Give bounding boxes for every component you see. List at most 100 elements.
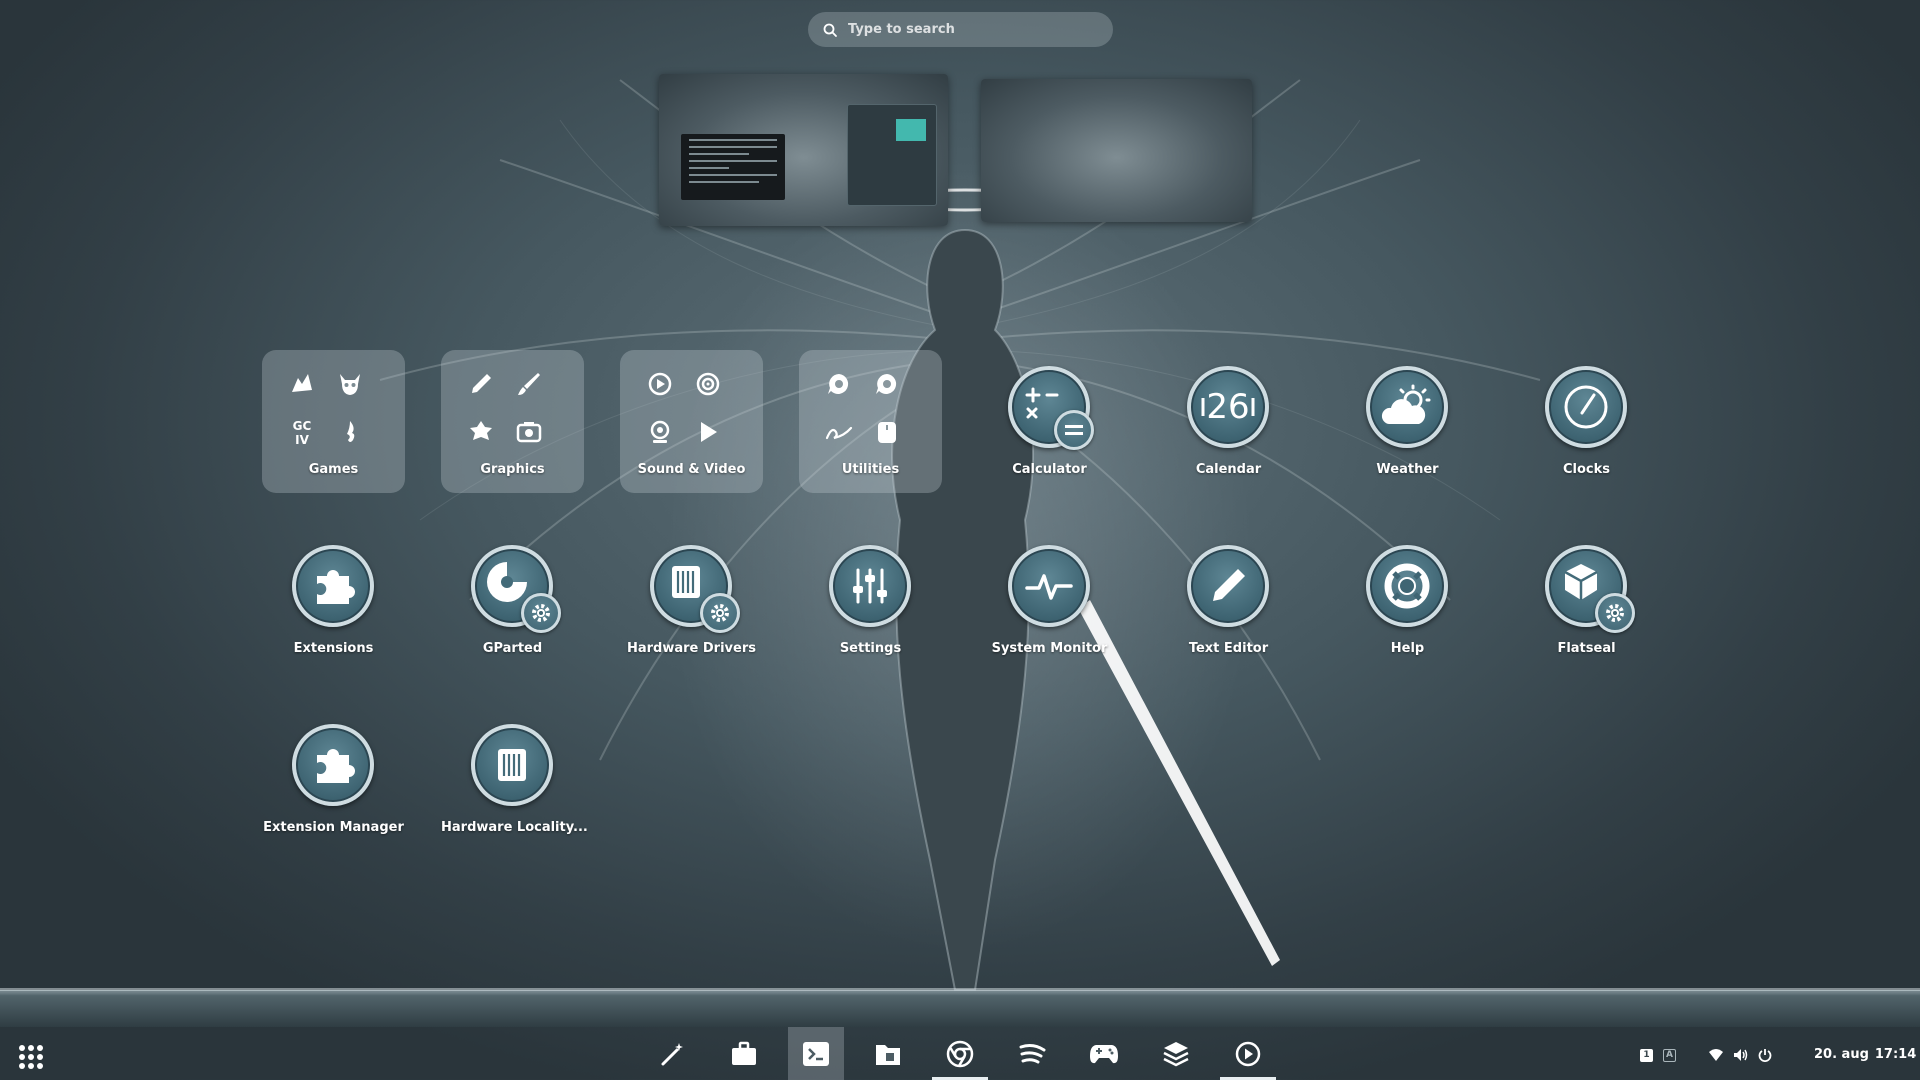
app-extensions[interactable]: Extensions [262, 529, 405, 672]
spotify-icon [1019, 1043, 1046, 1063]
dock-item-files[interactable] [860, 1027, 916, 1080]
search-bar[interactable] [808, 12, 1113, 47]
folder-label: Graphics [480, 462, 545, 477]
folder-label: Utilities [841, 462, 900, 477]
clock-icon [1545, 366, 1627, 448]
app-clocks[interactable]: Clocks [1515, 350, 1658, 493]
app-gparted[interactable]: GParted [441, 529, 584, 672]
weather-icon [1366, 366, 1448, 448]
app-hardware-drivers[interactable]: Hardware Drivers [620, 529, 763, 672]
demon-skull-icon [334, 368, 366, 400]
dock-item-briefcase[interactable] [716, 1027, 772, 1080]
folder-utilities[interactable]: Utilities [799, 350, 942, 493]
volume-icon [1734, 1049, 1748, 1061]
dock-item-stack[interactable] [1148, 1027, 1204, 1080]
gear-badge-icon [521, 593, 561, 633]
workspace-thumbnail-2[interactable] [981, 79, 1252, 222]
app-label: Calculator [1012, 462, 1087, 477]
equals-badge-icon [1054, 410, 1094, 450]
calendar-day: 26 [1206, 387, 1250, 427]
app-label: Clocks [1562, 462, 1611, 477]
pulse-icon [1008, 545, 1090, 627]
puzzle-icon [292, 724, 374, 806]
dock-item-games[interactable] [1076, 1027, 1132, 1080]
app-label: Help [1390, 641, 1425, 656]
app-calendar[interactable]: 26 Calendar [1157, 350, 1300, 493]
app-label: Text Editor [1188, 641, 1269, 656]
paint-splash-icon [465, 416, 497, 448]
app-label: Calendar [1195, 462, 1262, 477]
disc-icon [692, 368, 724, 400]
magic-wand-icon [661, 1042, 683, 1065]
gciv-icon: GC IV [286, 416, 318, 448]
svg-text:IV: IV [295, 433, 309, 447]
search-icon [823, 23, 837, 37]
play-circle-icon [1235, 1041, 1261, 1066]
chip-icon [471, 724, 553, 806]
app-label: Weather [1376, 462, 1439, 477]
folder-icon [876, 1044, 900, 1065]
chat-bubble-icon [823, 368, 855, 400]
workspace-indicator[interactable]: 1 A [1640, 1043, 1676, 1067]
app-extension-manager[interactable]: Extension Manager [262, 708, 405, 851]
puzzle-icon [292, 545, 374, 627]
webcam-icon [644, 416, 676, 448]
clock[interactable]: 20. aug 17:14 [1814, 1047, 1920, 1062]
dragon-icon [286, 368, 318, 400]
chat-bubble-alt-icon [871, 368, 903, 400]
app-hardware-locality[interactable]: Hardware Locality... [441, 708, 588, 851]
calendar-icon: 26 [1187, 366, 1269, 448]
app-weather[interactable]: Weather [1336, 350, 1479, 493]
mouse-icon [871, 416, 903, 448]
app-text-editor[interactable]: Text Editor [1157, 529, 1300, 672]
app-settings[interactable]: Settings [799, 529, 942, 672]
workspace-1-indicator[interactable]: 1 [1640, 1048, 1653, 1062]
clock-time: 17:14 [1874, 1047, 1917, 1062]
app-system-monitor[interactable]: System Monitor [978, 529, 1121, 672]
keyboard-layout-indicator[interactable]: A [1663, 1048, 1676, 1062]
chrome-icon [946, 1040, 974, 1067]
lifebuoy-icon [1366, 545, 1448, 627]
system-status-area[interactable] [1708, 1043, 1772, 1067]
dock-item-magic-wand[interactable] [644, 1027, 700, 1080]
workspace-thumbnail-1[interactable] [659, 74, 948, 226]
app-label: Flatseal [1557, 641, 1616, 656]
dock [0, 1027, 1920, 1080]
folder-label: Sound & Video [637, 462, 746, 477]
dock-item-terminal[interactable] [788, 1027, 844, 1080]
svg-text:GC: GC [293, 419, 312, 433]
color-picker-icon [465, 368, 497, 400]
play-circle-icon [644, 368, 676, 400]
folder-games[interactable]: GC IV Games [262, 350, 405, 493]
app-label: GParted [482, 641, 543, 656]
sliders-icon [829, 545, 911, 627]
dock-item-media-player[interactable] [1220, 1027, 1276, 1080]
folder-label: Games [308, 462, 359, 477]
gamepad-icon [1090, 1044, 1118, 1063]
folder-sound-video[interactable]: Sound & Video [620, 350, 763, 493]
briefcase-icon [732, 1041, 756, 1065]
app-help[interactable]: Help [1336, 529, 1479, 672]
terminal-icon [803, 1041, 829, 1066]
brush-icon [513, 368, 545, 400]
signature-icon [823, 416, 855, 448]
app-label: Hardware Drivers [626, 641, 756, 656]
window-preview-media [847, 104, 937, 206]
app-label: Settings [839, 641, 902, 656]
power-icon [1758, 1049, 1772, 1062]
dock-item-chrome[interactable] [932, 1027, 988, 1080]
gear-badge-icon [700, 593, 740, 633]
screenshot-icon [513, 416, 545, 448]
layers-icon [1163, 1041, 1189, 1066]
app-calculator[interactable]: Calculator [978, 350, 1121, 493]
pencil-icon [1187, 545, 1269, 627]
app-flatseal[interactable]: Flatseal [1515, 529, 1658, 672]
app-label: Extensions [293, 641, 374, 656]
app-label: System Monitor [991, 641, 1108, 656]
app-label: Extension Manager [263, 820, 404, 835]
gear-badge-icon [1595, 593, 1635, 633]
dock-item-spotify[interactable] [1004, 1027, 1060, 1080]
wifi-icon [1709, 1049, 1723, 1061]
search-input[interactable] [848, 22, 1113, 37]
folder-graphics[interactable]: Graphics [441, 350, 584, 493]
